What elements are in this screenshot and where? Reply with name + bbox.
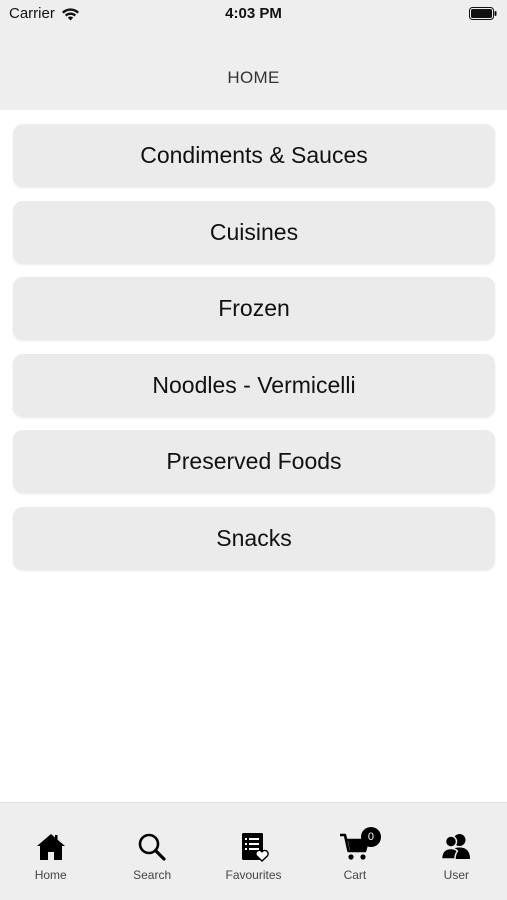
category-snacks[interactable]: Snacks	[13, 506, 495, 570]
tab-cart-label: Cart	[343, 868, 367, 882]
nav-header: HOME	[0, 28, 507, 110]
battery-icon	[469, 7, 497, 20]
tab-search[interactable]: Search	[101, 803, 202, 900]
user-icon	[441, 834, 471, 860]
tab-user[interactable]: User	[406, 803, 507, 900]
tab-favourites[interactable]: Favourites	[203, 803, 304, 900]
favourites-list-icon	[241, 833, 269, 862]
category-frozen[interactable]: Frozen	[13, 277, 495, 341]
tab-cart[interactable]: 0 Cart	[304, 803, 405, 900]
status-time: 4:03 PM	[225, 5, 282, 22]
tab-bar: Home Search Favourites 0 Cart User	[0, 802, 507, 900]
home-icon	[36, 834, 65, 860]
category-list: Condiments & Sauces Cuisines Frozen Nood…	[13, 124, 495, 584]
app-screen: Carrier 4:03 PM HOME Condiments & Sauces…	[0, 0, 507, 900]
status-bar: Carrier 4:03 PM	[0, 0, 507, 28]
tab-search-label: Search	[133, 868, 172, 882]
category-cuisines[interactable]: Cuisines	[13, 200, 495, 264]
category-condiments-sauces[interactable]: Condiments & Sauces	[13, 124, 495, 187]
category-preserved-foods[interactable]: Preserved Foods	[13, 430, 495, 494]
tab-home-label: Home	[34, 868, 67, 882]
tab-user-label: User	[443, 868, 469, 882]
page-title: HOME	[227, 68, 280, 87]
tab-home[interactable]: Home	[0, 803, 101, 900]
cart-count-badge: 0	[360, 827, 381, 847]
tab-favourites-label: Favourites	[225, 868, 282, 882]
search-icon	[138, 833, 166, 861]
category-noodles-vermicelli[interactable]: Noodles - Vermicelli	[13, 353, 495, 417]
